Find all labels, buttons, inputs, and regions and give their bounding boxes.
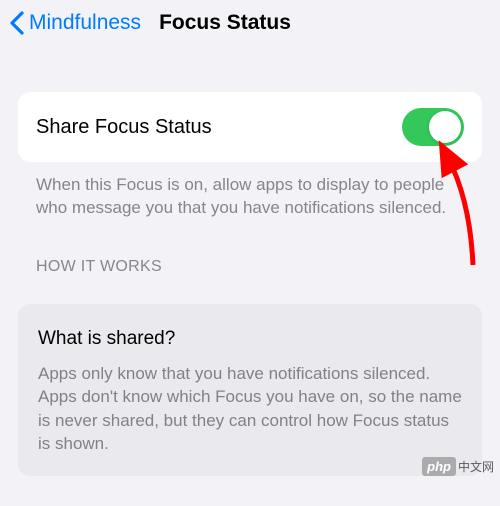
nav-bar: Mindfulness Focus Status <box>0 0 500 46</box>
section-header-how-it-works: HOW IT WORKS <box>18 220 482 286</box>
info-card: What is shared? Apps only know that you … <box>18 304 482 476</box>
watermark-text: 中文网 <box>458 458 494 475</box>
watermark-brand: php <box>427 459 451 474</box>
back-chevron-icon[interactable] <box>8 10 25 36</box>
watermark-badge: php <box>422 457 456 476</box>
share-focus-status-toggle[interactable] <box>402 108 464 146</box>
back-button-label[interactable]: Mindfulness <box>29 11 141 35</box>
share-focus-status-row: Share Focus Status <box>18 92 482 162</box>
content-area: Share Focus Status When this Focus is on… <box>0 92 500 476</box>
watermark: php 中文网 <box>422 457 494 476</box>
page-title: Focus Status <box>159 11 291 35</box>
toggle-knob <box>429 111 461 143</box>
setting-description: When this Focus is on, allow apps to dis… <box>18 162 482 220</box>
info-card-body: Apps only know that you have notificatio… <box>38 362 462 456</box>
info-card-title: What is shared? <box>38 328 462 350</box>
share-focus-status-label: Share Focus Status <box>36 116 212 139</box>
